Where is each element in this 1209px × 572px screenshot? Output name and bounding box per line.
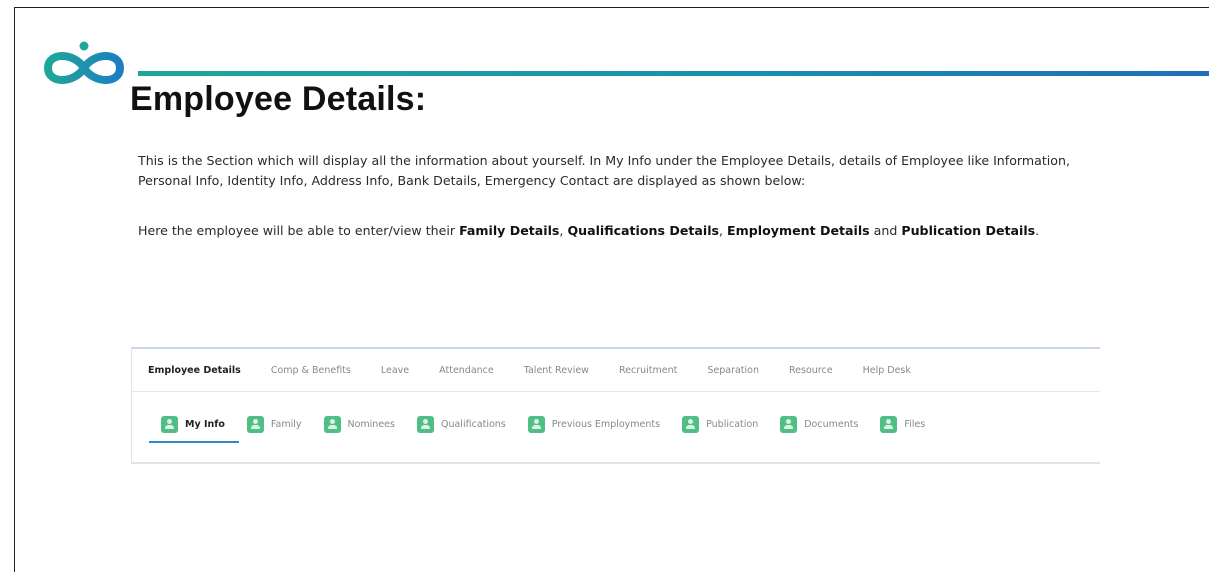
intro-paragraph: This is the Section which will display a… [138,153,1070,188]
title-rule [138,71,1209,76]
subtab-files[interactable]: Files [880,411,925,437]
subtab-label: Publication [706,418,759,430]
person-icon [880,415,898,433]
tab-talent-review[interactable]: Talent Review [524,365,589,376]
tab-recruitment[interactable]: Recruitment [619,365,677,376]
tab-help-desk[interactable]: Help Desk [863,365,911,376]
subtab-previous-employments[interactable]: Previous Employments [527,411,661,437]
person-icon [527,415,545,433]
employment-details-term: Employment Details [727,223,870,238]
subtab-nominees[interactable]: Nominees [323,411,395,437]
person-icon [780,415,798,433]
subtab-label: Nominees [347,418,395,430]
subtab-documents[interactable]: Documents [780,411,858,437]
infinity-logo-icon [43,41,125,84]
person-icon [246,415,264,433]
subtab-label: My Info [185,418,225,430]
subtab-label: Family [270,418,302,430]
separator: , [719,223,728,238]
detail-paragraph: Here the employee will be able to enter/… [138,221,1110,241]
subtab-my-info[interactable]: My Info [149,411,239,443]
subtab-label: Qualifications [440,418,506,430]
tab-employee-details[interactable]: Employee Details [148,365,241,376]
sub-tab-bar: My Info Family Nominees Qualifications Previ… [132,411,1100,443]
family-details-term: Family Details [459,223,560,238]
subtab-label: Previous Employments [551,418,661,430]
tab-leave[interactable]: Leave [381,365,409,376]
tab-resource[interactable]: Resource [789,365,833,376]
publication-details-term: Publication Details [901,223,1036,238]
subtab-publication[interactable]: Publication [682,411,758,437]
subtab-qualifications[interactable]: Qualifications [416,411,506,437]
embedded-app-screenshot: Employee Details Comp & Benefits Leave Atte… [131,347,1100,464]
tab-comp-and-benefits[interactable]: Comp & Benefits [271,365,351,376]
person-icon [161,415,178,433]
detail-paragraph-suffix: . [1035,223,1040,238]
tab-attendance[interactable]: Attendance [439,365,494,376]
person-icon [682,415,700,433]
tab-separation[interactable]: Separation [707,365,759,376]
detail-paragraph-prefix: Here the employee will be able to enter/… [138,223,460,238]
separator: and [869,223,902,238]
subtab-label: Files [904,418,926,430]
subtab-label: Documents [804,418,859,430]
qualifications-details-term: Qualifications Details [567,223,720,238]
subtab-family[interactable]: Family [246,411,302,437]
person-icon [416,415,434,433]
person-icon [323,415,341,433]
top-tab-bar: Employee Details Comp & Benefits Leave Atte… [132,349,1100,392]
page-title: Employee Details: [130,80,427,118]
